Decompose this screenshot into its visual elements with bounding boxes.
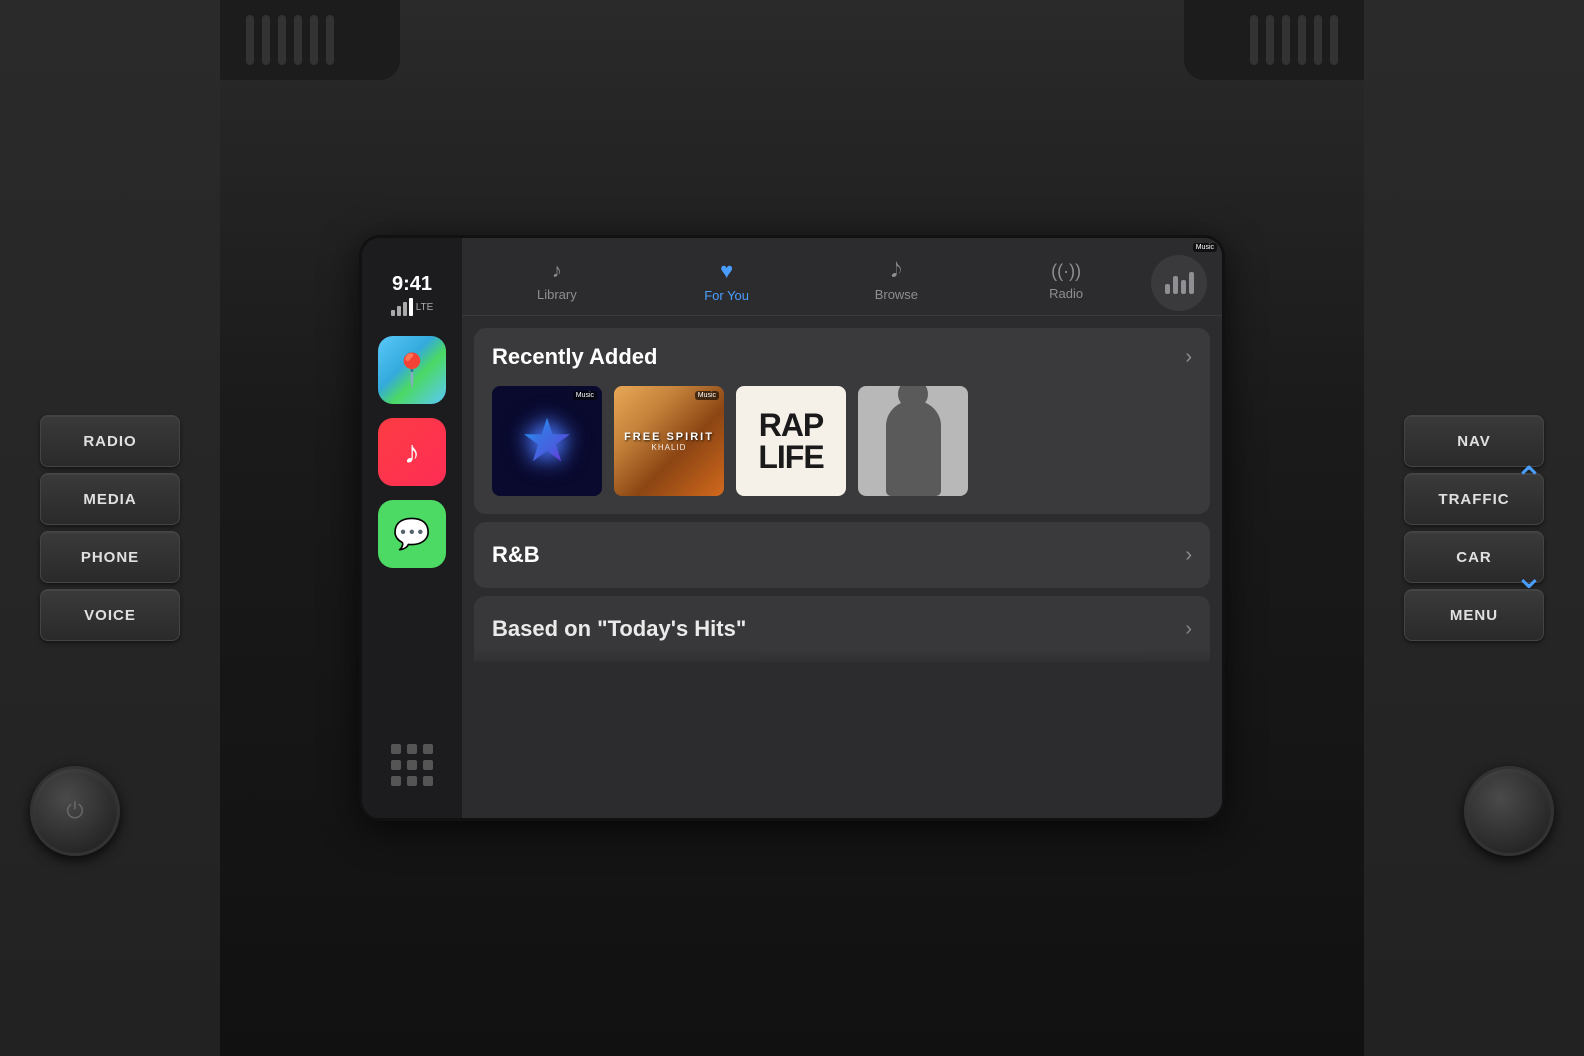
status-bar: 9:41 LTE <box>381 258 444 321</box>
now-playing-bars <box>1165 272 1194 294</box>
music-app-icon[interactable]: ♪ <box>378 418 446 486</box>
content-area: Recently Added › ★ Music <box>462 316 1222 818</box>
home-dots[interactable] <box>379 732 445 798</box>
based-on-section[interactable]: Based on "Today's Hits" › <box>474 596 1210 662</box>
home-dot <box>391 760 401 770</box>
voice-button[interactable]: VOICE <box>40 589 180 641</box>
rnb-section[interactable]: R&B › <box>474 522 1210 588</box>
music-badge-2: Music <box>695 391 719 400</box>
music-badge-1: Music <box>573 391 597 400</box>
scroll-down-button[interactable]: ⌄ <box>1514 558 1544 594</box>
recently-added-section: Recently Added › ★ Music <box>474 328 1210 514</box>
carplay-screen: 9:41 LTE 📍 ♪ <box>362 238 1222 818</box>
recently-added-header[interactable]: Recently Added › <box>474 328 1210 386</box>
rap-text: RAP <box>758 409 823 441</box>
radio-button[interactable]: RADIO <box>40 415 180 467</box>
home-dot <box>407 776 417 786</box>
album-art-3[interactable]: RAP LIFE <box>736 386 846 496</box>
rnb-chevron: › <box>1185 544 1192 567</box>
signal-bar-4 <box>409 298 413 316</box>
album-star-bg: ★ Music <box>492 386 602 496</box>
tab-bar: ♪ Library ♥ For You 𝅘𝅥𝅮 Browse ((·)) Rad… <box>462 238 1222 316</box>
tab-radio[interactable]: ((·)) Radio <box>981 253 1151 313</box>
eq-bar-4 <box>1189 272 1194 294</box>
maps-app-icon[interactable]: 📍 <box>378 336 446 404</box>
status-signal: LTE <box>391 298 434 316</box>
browse-icon: 𝅘𝅥𝅮 <box>891 260 901 283</box>
signal-bars <box>391 298 413 316</box>
vent-slat <box>1250 15 1258 65</box>
home-dot <box>423 760 433 770</box>
status-time: 9:41 <box>392 273 432 296</box>
star-icon: ★ <box>520 406 574 476</box>
right-panel: NAV TRAFFIC CAR MENU ⌃ ⌄ <box>1364 0 1584 1056</box>
album-art-4[interactable]: Music <box>858 386 968 496</box>
for-you-tab-label: For You <box>704 288 749 303</box>
phone-button[interactable]: PHONE <box>40 531 180 583</box>
screen-sidebar: 9:41 LTE 📍 ♪ <box>362 238 462 818</box>
library-icon: ♪ <box>552 260 562 283</box>
now-playing-button[interactable] <box>1151 255 1207 311</box>
home-dot <box>423 776 433 786</box>
rnb-title: R&B <box>492 542 540 568</box>
eq-bar-1 <box>1165 284 1170 294</box>
tab-for-you[interactable]: ♥ For You <box>642 250 812 315</box>
home-dot <box>407 744 417 754</box>
album-art-1[interactable]: ★ Music <box>492 386 602 496</box>
nav-arrows: ⌃ ⌄ <box>1514 462 1544 594</box>
radio-icon: ((·)) <box>1051 261 1081 282</box>
library-tab-label: Library <box>537 287 577 302</box>
tab-library[interactable]: ♪ Library <box>472 252 642 314</box>
eq-bar-3 <box>1181 280 1186 294</box>
vent-slat <box>294 15 302 65</box>
browse-tab-label: Browse <box>875 287 918 302</box>
maps-content: 📍 <box>378 336 446 404</box>
media-button[interactable]: MEDIA <box>40 473 180 525</box>
messages-app-icon[interactable]: 💬 <box>378 500 446 568</box>
vent-slat <box>1282 15 1290 65</box>
life-text: LIFE <box>758 441 823 473</box>
home-dot <box>391 776 401 786</box>
lte-label: LTE <box>416 302 434 313</box>
left-panel: RADIO MEDIA PHONE VOICE <box>0 0 220 1056</box>
signal-bar-1 <box>391 310 395 316</box>
vent-slat <box>1330 15 1338 65</box>
album-freespirit-bg: FREE SPIRIT KHALID Music <box>614 386 724 496</box>
album-silhouette-bg: Music <box>858 386 968 496</box>
scroll-up-button[interactable]: ⌃ <box>1514 462 1544 498</box>
signal-bar-3 <box>403 302 407 316</box>
dashboard: RADIO MEDIA PHONE VOICE NAV TRAFFIC CAR … <box>0 0 1584 1056</box>
album-raplife-bg: RAP LIFE <box>736 386 846 496</box>
vent-slat <box>1266 15 1274 65</box>
recently-added-chevron: › <box>1185 346 1192 369</box>
eq-bar-2 <box>1173 276 1178 294</box>
vent-slat <box>262 15 270 65</box>
signal-bar-2 <box>397 306 401 316</box>
volume-knob[interactable] <box>1464 766 1554 856</box>
screen-content: ♪ Library ♥ For You 𝅘𝅥𝅮 Browse ((·)) Rad… <box>462 238 1222 818</box>
for-you-icon: ♥ <box>720 258 733 284</box>
vent-slat <box>278 15 286 65</box>
silhouette-figure <box>886 401 941 496</box>
album-row: ★ Music FREE SPIRIT KHALID M <box>474 386 1210 514</box>
album-art-2[interactable]: FREE SPIRIT KHALID Music <box>614 386 724 496</box>
raplife-text: RAP LIFE <box>758 409 823 473</box>
radio-tab-label: Radio <box>1049 286 1083 301</box>
home-dot <box>391 744 401 754</box>
recently-added-title: Recently Added <box>492 344 657 370</box>
power-knob[interactable] <box>30 766 120 856</box>
vent-slat <box>246 15 254 65</box>
based-on-title: Based on "Today's Hits" <box>492 616 746 642</box>
vent-slat <box>1298 15 1306 65</box>
vent-slat <box>1314 15 1322 65</box>
home-dot <box>423 744 433 754</box>
home-dot <box>407 760 417 770</box>
based-on-chevron: › <box>1185 618 1192 641</box>
vent-slat <box>310 15 318 65</box>
vent-slat <box>326 15 334 65</box>
menu-button[interactable]: MENU <box>1404 589 1544 641</box>
tab-browse[interactable]: 𝅘𝅥𝅮 Browse <box>812 252 982 314</box>
